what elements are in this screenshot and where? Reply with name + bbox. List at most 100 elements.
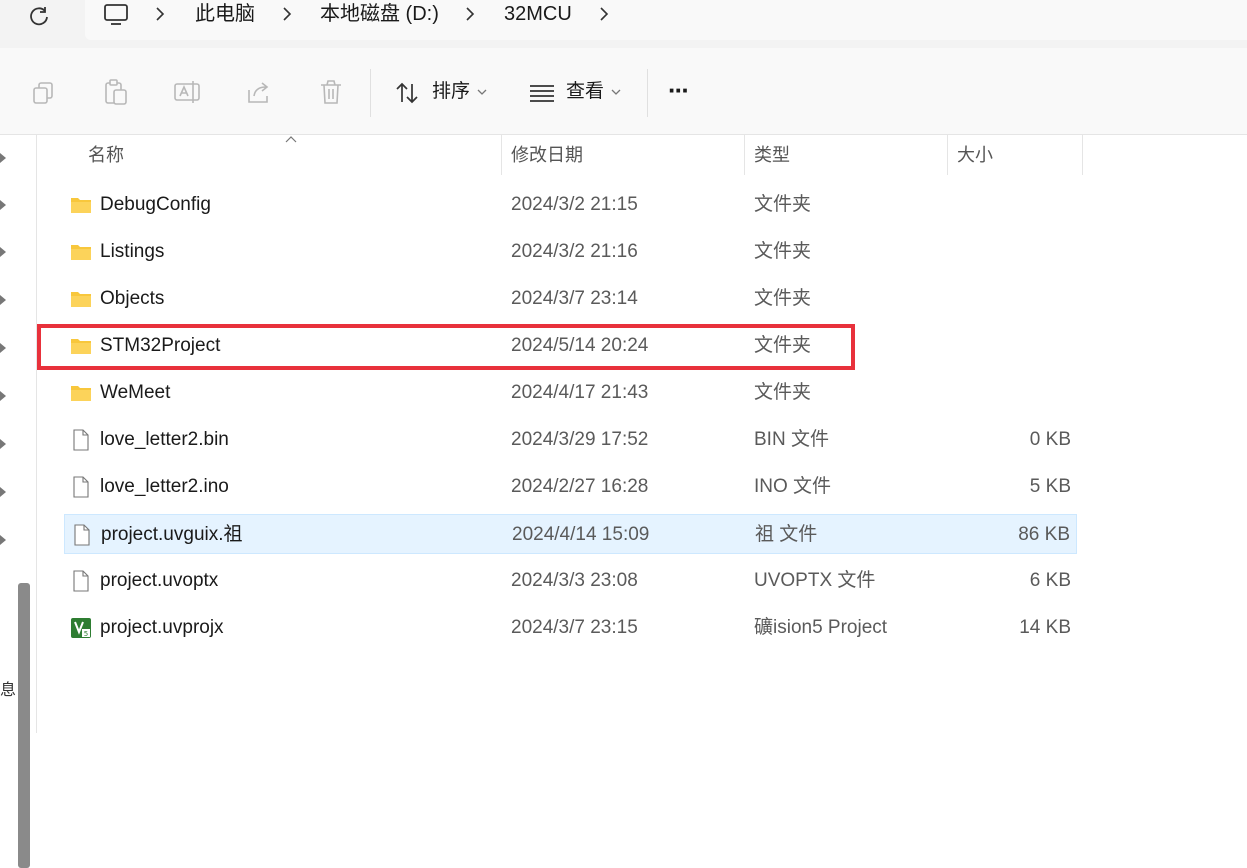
file-type: UVOPTX 文件 bbox=[754, 570, 876, 591]
toolbar-divider bbox=[647, 69, 648, 117]
uvision-icon: 5 bbox=[71, 618, 91, 638]
file-name: project.uvguix.祖 bbox=[101, 524, 243, 545]
file-date: 2024/3/2 21:15 bbox=[511, 194, 638, 215]
expand-arrow-icon[interactable] bbox=[0, 343, 6, 353]
file-type: 礦ision5 Project bbox=[754, 617, 888, 638]
file-icon bbox=[73, 429, 89, 451]
file-size: 86 KB bbox=[1018, 524, 1070, 545]
toolbar-divider bbox=[370, 69, 371, 117]
folder-icon bbox=[71, 386, 91, 401]
expand-arrow-icon[interactable] bbox=[0, 535, 6, 545]
file-date: 2024/4/17 21:43 bbox=[511, 382, 649, 403]
sort-ascending-icon bbox=[285, 136, 297, 143]
file-date: 2024/4/14 15:09 bbox=[512, 524, 650, 545]
table-row[interactable]: love_letter2.bin 2024/3/29 17:52 BIN 文件 … bbox=[64, 420, 1077, 460]
file-name: WeMeet bbox=[100, 382, 171, 403]
view-button[interactable]: 查看 bbox=[525, 68, 630, 118]
sort-label: 排序 bbox=[432, 81, 471, 102]
file-date: 2024/3/29 17:52 bbox=[511, 429, 649, 450]
folder-icon bbox=[71, 245, 91, 260]
expand-arrow-icon[interactable] bbox=[0, 153, 6, 163]
file-name: love_letter2.bin bbox=[100, 429, 229, 450]
table-row[interactable]: 5 project.uvprojx 2024/3/7 23:15 礦ision5… bbox=[64, 608, 1077, 648]
table-row[interactable]: love_letter2.ino 2024/2/27 16:28 INO 文件 … bbox=[64, 467, 1077, 507]
chevron-right-icon[interactable] bbox=[280, 4, 294, 24]
file-name: project.uvoptx bbox=[100, 570, 219, 591]
more-options-button[interactable]: ··· bbox=[668, 76, 690, 104]
file-type: 文件夹 bbox=[754, 241, 812, 262]
chevron-down-icon bbox=[477, 89, 487, 95]
file-icon bbox=[73, 476, 89, 498]
chevron-down-icon bbox=[611, 89, 621, 95]
file-date: 2024/3/2 21:16 bbox=[511, 241, 638, 262]
column-divider[interactable] bbox=[744, 135, 745, 175]
chevron-right-icon[interactable] bbox=[463, 4, 477, 24]
view-label: 查看 bbox=[566, 81, 605, 102]
column-header-date[interactable]: 修改日期 bbox=[511, 144, 583, 166]
file-size: 5 KB bbox=[1029, 476, 1071, 497]
svg-text:5: 5 bbox=[84, 630, 88, 638]
expand-arrow-icon[interactable] bbox=[0, 247, 6, 257]
breadcrumb-item-this-pc[interactable]: 此电脑 bbox=[195, 2, 255, 26]
chevron-right-icon[interactable] bbox=[153, 4, 167, 24]
breadcrumb-item-32mcu[interactable]: 32MCU bbox=[504, 2, 572, 26]
file-name: DebugConfig bbox=[100, 194, 211, 215]
sort-button[interactable]: 排序 bbox=[390, 68, 500, 118]
file-type: BIN 文件 bbox=[754, 429, 829, 450]
folder-icon bbox=[71, 292, 91, 307]
rename-icon[interactable] bbox=[173, 78, 201, 106]
file-date: 2024/3/7 23:15 bbox=[511, 617, 638, 638]
file-type: 文件夹 bbox=[754, 288, 812, 309]
folder-icon bbox=[71, 198, 91, 213]
expand-arrow-icon[interactable] bbox=[0, 487, 6, 497]
file-type: INO 文件 bbox=[754, 476, 832, 497]
file-date: 2024/3/7 23:14 bbox=[511, 288, 638, 309]
expand-arrow-icon[interactable] bbox=[0, 200, 6, 210]
chevron-right-icon[interactable] bbox=[597, 4, 611, 24]
table-row-selected[interactable]: project.uvguix.祖 2024/4/14 15:09 祖 文件 86… bbox=[64, 514, 1077, 554]
address-bar: 此电脑 本地磁盘 (D:) 32MCU bbox=[0, 0, 1247, 48]
nav-item-label[interactable]: 息 bbox=[0, 676, 16, 700]
refresh-icon[interactable] bbox=[26, 4, 52, 30]
file-date: 2024/2/27 16:28 bbox=[511, 476, 649, 497]
table-row[interactable]: Objects 2024/3/7 23:14 文件夹 bbox=[64, 279, 1077, 319]
expand-arrow-icon[interactable] bbox=[0, 439, 6, 449]
expand-arrow-icon[interactable] bbox=[0, 391, 6, 401]
file-icon bbox=[74, 524, 90, 546]
view-list-icon bbox=[530, 85, 554, 102]
file-size: 6 KB bbox=[1029, 570, 1071, 591]
breadcrumb[interactable]: 此电脑 本地磁盘 (D:) 32MCU bbox=[85, 0, 1247, 40]
share-icon[interactable] bbox=[245, 78, 273, 106]
file-name: Listings bbox=[100, 241, 165, 262]
delete-icon[interactable] bbox=[317, 78, 345, 106]
column-header-name[interactable]: 名称 bbox=[88, 144, 124, 166]
column-divider[interactable] bbox=[501, 135, 502, 175]
file-name: project.uvprojx bbox=[100, 617, 224, 638]
column-header-size[interactable]: 大小 bbox=[957, 144, 993, 166]
annotation-highlight-box bbox=[37, 324, 855, 370]
nav-scrollbar[interactable] bbox=[18, 583, 30, 868]
table-row[interactable]: WeMeet 2024/4/17 21:43 文件夹 bbox=[64, 373, 1077, 413]
copy-icon[interactable] bbox=[30, 78, 58, 106]
file-date: 2024/3/3 23:08 bbox=[511, 570, 638, 591]
file-icon bbox=[73, 570, 89, 592]
file-type: 文件夹 bbox=[754, 194, 812, 215]
sort-icon bbox=[396, 82, 418, 104]
file-name: love_letter2.ino bbox=[100, 476, 229, 497]
expand-arrow-icon[interactable] bbox=[0, 295, 6, 305]
column-divider[interactable] bbox=[1082, 135, 1083, 175]
column-divider[interactable] bbox=[947, 135, 948, 175]
table-row[interactable]: Listings 2024/3/2 21:16 文件夹 bbox=[64, 232, 1077, 272]
file-name: Objects bbox=[100, 288, 165, 309]
file-type: 祖 文件 bbox=[755, 524, 818, 545]
computer-icon[interactable] bbox=[103, 3, 129, 27]
column-header-type[interactable]: 类型 bbox=[754, 144, 790, 166]
breadcrumb-item-local-disk[interactable]: 本地磁盘 (D:) bbox=[320, 2, 439, 26]
table-row[interactable]: DebugConfig 2024/3/2 21:15 文件夹 bbox=[64, 185, 1077, 225]
file-size: 0 KB bbox=[1029, 429, 1071, 450]
file-size: 14 KB bbox=[1019, 617, 1071, 638]
paste-icon[interactable] bbox=[102, 78, 130, 106]
command-bar: 排序 查看 ··· bbox=[0, 48, 1247, 135]
table-row[interactable]: project.uvoptx 2024/3/3 23:08 UVOPTX 文件 … bbox=[64, 561, 1077, 601]
navigation-pane[interactable] bbox=[0, 135, 37, 868]
